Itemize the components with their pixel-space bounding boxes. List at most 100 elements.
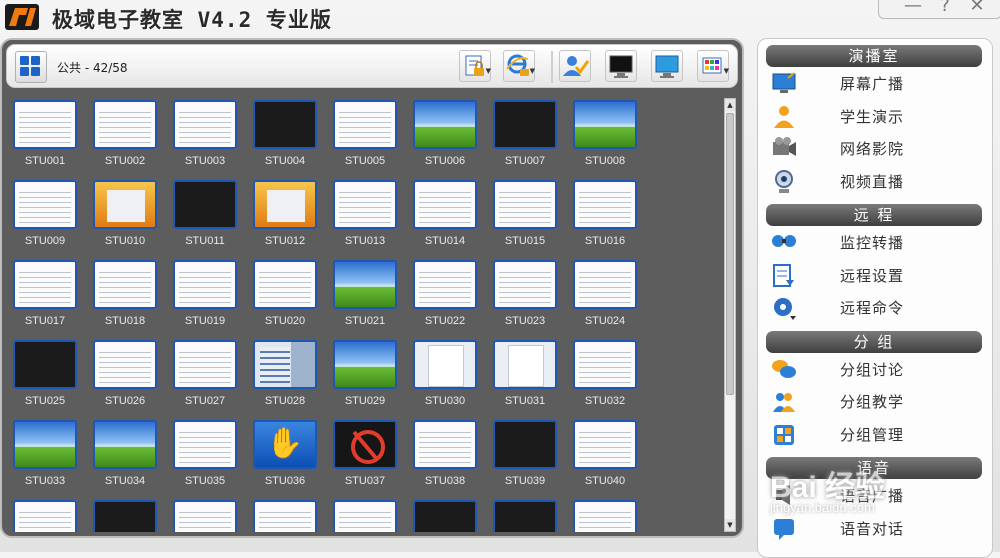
student-screen-thumbnail[interactable] — [493, 180, 557, 229]
vertical-scrollbar[interactable]: ▲ ▼ — [724, 98, 736, 532]
student-tile[interactable]: STU021 — [330, 258, 400, 332]
student-screen-thumbnail[interactable] — [413, 500, 477, 532]
student-screen-thumbnail[interactable] — [13, 500, 77, 532]
student-screen-thumbnail[interactable] — [333, 180, 397, 229]
student-tile[interactable]: STU010 — [90, 178, 160, 252]
student-screen-thumbnail[interactable] — [333, 500, 397, 532]
student-screen-thumbnail[interactable] — [13, 420, 77, 469]
student-tile[interactable]: STU019 — [170, 258, 240, 332]
student-tile[interactable]: STU003 — [170, 98, 240, 172]
student-screen-thumbnail[interactable] — [93, 180, 157, 229]
student-screen-thumbnail[interactable] — [413, 260, 477, 309]
student-tile[interactable]: STU038 — [410, 418, 480, 492]
student-screen-thumbnail[interactable] — [173, 260, 237, 309]
student-screen-thumbnail[interactable] — [493, 340, 557, 389]
student-screen-thumbnail[interactable] — [253, 100, 317, 149]
student-tile[interactable] — [570, 498, 640, 532]
student-tile[interactable]: ✋ STU036 — [250, 418, 320, 492]
student-screen-thumbnail[interactable] — [413, 340, 477, 389]
student-tile[interactable]: STU016 — [570, 178, 640, 252]
minimize-button[interactable]: — — [901, 0, 925, 16]
student-screen-thumbnail[interactable] — [93, 100, 157, 149]
student-screen-thumbnail[interactable] — [573, 340, 637, 389]
student-tile[interactable]: STU015 — [490, 178, 560, 252]
student-tile[interactable]: STU037 — [330, 418, 400, 492]
student-tile[interactable]: STU012 — [250, 178, 320, 252]
menu-item[interactable]: 远程命令 — [766, 292, 982, 322]
student-screen-thumbnail[interactable] — [13, 180, 77, 229]
signin-button[interactable] — [559, 50, 591, 82]
student-tile[interactable]: STU001 — [10, 98, 80, 172]
student-tile[interactable]: STU022 — [410, 258, 480, 332]
student-tile[interactable]: STU024 — [570, 258, 640, 332]
student-screen-thumbnail[interactable] — [173, 180, 237, 229]
student-tile[interactable]: STU029 — [330, 338, 400, 412]
student-tile[interactable]: STU006 — [410, 98, 480, 172]
student-screen-thumbnail[interactable] — [13, 100, 77, 149]
student-screen-thumbnail[interactable]: ✋ — [253, 420, 317, 469]
scroll-up-button[interactable]: ▲ — [725, 99, 735, 111]
student-tile[interactable]: STU035 — [170, 418, 240, 492]
student-tile[interactable]: STU002 — [90, 98, 160, 172]
student-screen-thumbnail[interactable] — [13, 340, 77, 389]
student-screen-thumbnail[interactable] — [253, 180, 317, 229]
student-tile[interactable]: STU008 — [570, 98, 640, 172]
student-tile[interactable]: STU033 — [10, 418, 80, 492]
student-screen-thumbnail[interactable] — [13, 260, 77, 309]
student-screen-thumbnail[interactable] — [173, 500, 237, 532]
close-button[interactable]: ✕ — [965, 0, 989, 16]
student-screen-thumbnail[interactable] — [413, 180, 477, 229]
student-screen-thumbnail[interactable] — [413, 420, 477, 469]
menu-item[interactable]: 视频直播 — [766, 166, 982, 196]
student-tile[interactable]: STU025 — [10, 338, 80, 412]
student-screen-thumbnail[interactable] — [413, 100, 477, 149]
student-tile[interactable]: STU018 — [90, 258, 160, 332]
view-toggle-button[interactable] — [15, 51, 47, 83]
student-screen-thumbnail[interactable] — [253, 260, 317, 309]
student-tile[interactable] — [410, 498, 480, 532]
student-tile[interactable]: STU031 — [490, 338, 560, 412]
student-tile[interactable] — [330, 498, 400, 532]
menu-item[interactable]: 网络影院 — [766, 133, 982, 163]
student-tile[interactable]: STU023 — [490, 258, 560, 332]
student-tile[interactable]: STU014 — [410, 178, 480, 252]
student-screen-thumbnail[interactable] — [573, 500, 637, 532]
student-screen-thumbnail[interactable] — [493, 260, 557, 309]
menu-item[interactable]: 远程设置 — [766, 260, 982, 290]
student-screen-thumbnail[interactable] — [333, 420, 397, 469]
student-tile[interactable]: STU034 — [90, 418, 160, 492]
menu-item[interactable]: 分组管理 — [766, 419, 982, 449]
student-tile[interactable]: STU011 — [170, 178, 240, 252]
student-tile[interactable] — [10, 498, 80, 532]
student-screen-thumbnail[interactable] — [493, 100, 557, 149]
student-screen-thumbnail[interactable] — [253, 340, 317, 389]
student-tile[interactable]: STU004 — [250, 98, 320, 172]
scroll-thumb[interactable] — [726, 113, 734, 395]
student-tile[interactable]: STU026 — [90, 338, 160, 412]
menu-item[interactable]: 分组讨论 — [766, 354, 982, 384]
monitor-button[interactable] — [651, 50, 683, 82]
student-screen-thumbnail[interactable] — [333, 260, 397, 309]
lock-screen-button[interactable]: ▼ — [459, 50, 491, 82]
student-screen-thumbnail[interactable] — [573, 180, 637, 229]
student-tile[interactable]: STU013 — [330, 178, 400, 252]
menu-item[interactable]: 语音对话 — [766, 513, 982, 543]
student-screen-thumbnail[interactable] — [93, 340, 157, 389]
student-tile[interactable] — [490, 498, 560, 532]
student-tile[interactable]: STU040 — [570, 418, 640, 492]
student-tile[interactable]: STU039 — [490, 418, 560, 492]
student-screen-thumbnail[interactable] — [253, 500, 317, 532]
student-tile[interactable]: STU007 — [490, 98, 560, 172]
student-tile[interactable]: STU009 — [10, 178, 80, 252]
student-screen-thumbnail[interactable] — [173, 340, 237, 389]
menu-item[interactable]: 学生演示 — [766, 101, 982, 131]
student-tile[interactable] — [170, 498, 240, 532]
student-tile[interactable]: STU017 — [10, 258, 80, 332]
student-screen-thumbnail[interactable] — [333, 100, 397, 149]
student-screen-thumbnail[interactable] — [493, 500, 557, 532]
help-button[interactable]: ? — [933, 0, 957, 16]
student-screen-thumbnail[interactable] — [573, 100, 637, 149]
menu-item[interactable]: 语音广播 — [766, 480, 982, 510]
student-screen-thumbnail[interactable] — [173, 420, 237, 469]
student-screen-thumbnail[interactable] — [93, 420, 157, 469]
